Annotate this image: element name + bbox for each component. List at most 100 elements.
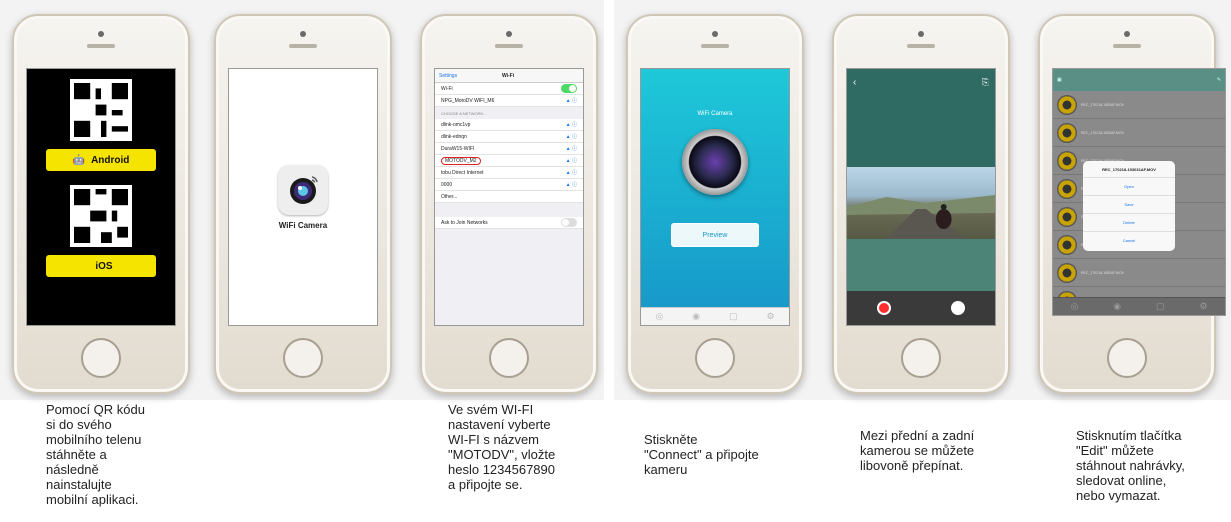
phone-camera [300, 31, 306, 37]
phone-speaker [907, 44, 935, 48]
back-button[interactable]: Settings [439, 73, 457, 79]
file-action-dialog: REC_170218-153031AF.MOV Open Save Delete… [1083, 161, 1175, 251]
file-name: REC_170218-1553AF.MOV [1081, 130, 1124, 135]
nav-title: Wi-Fi [501, 72, 515, 79]
wifi-signal-icon: ▲ ⓘ [565, 146, 577, 152]
list-item[interactable]: REC_170218-1552AF.MOV [1053, 259, 1225, 287]
wifi-tab-icon[interactable]: ◎ [1070, 301, 1078, 312]
camera-switch-icon[interactable]: ⎘ [982, 77, 989, 88]
edit-icon[interactable]: ✎ [1217, 77, 1221, 83]
ask-to-join-row: Ask to Join Networks [435, 217, 583, 229]
connect-screen: WiFi Camera Preview ◎ ◉ ▢ ⚙ [640, 68, 790, 326]
android-label: Android [91, 154, 130, 166]
network-row[interactable]: tobu Direct Internet ▲ ⓘ [435, 167, 583, 179]
phone-speaker [1113, 44, 1141, 48]
qr-screen: 🤖 Android iOS [26, 68, 176, 326]
settings-tab-icon[interactable]: ⚙ [1199, 301, 1207, 312]
home-button [489, 338, 529, 378]
ask-to-join-toggle[interactable] [561, 218, 577, 227]
network-name: DuraW15-WIFI [441, 145, 475, 152]
file-thumbnail [1057, 94, 1077, 115]
wifi-signal-icon: ▲ ⓘ [565, 122, 577, 128]
ios-label: iOS [95, 260, 113, 272]
files-tab-icon[interactable]: ▢ [1156, 301, 1165, 312]
cancel-option[interactable]: Cancel [1083, 231, 1175, 249]
phone-camera [98, 31, 104, 37]
phone-wifi: Settings Wi-Fi Wi-Fi NPG_MotoDV WIFI_M6 … [420, 14, 598, 394]
caption-wifi: Ve svém WI-FI nastavení vyberte WI-FI s … [448, 402, 556, 492]
android-icon: 🤖 [72, 154, 86, 166]
ios-qr-code[interactable] [70, 185, 132, 247]
phone-camera [918, 31, 924, 37]
file-name: REC_170218-1553AF.MOV [1081, 102, 1124, 107]
network-name: Other... [441, 193, 458, 200]
connected-network-row[interactable]: NPG_MotoDV WIFI_M6 ▲ ⓘ [435, 95, 583, 107]
network-row[interactable]: 0000 ▲ ⓘ [435, 179, 583, 191]
network-row-other[interactable]: Other... [435, 191, 583, 203]
camera-lens-icon [290, 175, 318, 204]
wifi-toggle[interactable] [561, 84, 577, 93]
folder-icon[interactable]: ▣ [1057, 77, 1062, 83]
phone-app: WiFi Camera [214, 14, 392, 394]
snapshot-button[interactable] [951, 301, 965, 315]
phone-qr: 🤖 Android iOS [12, 14, 190, 394]
instruction-sheet: 🤖 Android iOS WiFi Camera Settings Wi-Fi… [0, 0, 1231, 522]
delete-option[interactable]: Delete [1083, 213, 1175, 231]
caption-edit: Stisknutím tlačítka "Edit" můžete stáhno… [1076, 428, 1185, 503]
camera-controls [847, 291, 995, 325]
phone-camera [712, 31, 718, 37]
wifi-signal-icon: ▲ ⓘ [565, 182, 577, 188]
network-row[interactable]: dlink-ednqn ▲ ⓘ [435, 131, 583, 143]
caption-connect: Stiskněte "Connect" a připojte kameru [644, 432, 759, 477]
list-item[interactable]: REC_170218-1553AF.MOV [1053, 119, 1225, 147]
back-icon[interactable]: ‹ [853, 77, 856, 88]
phone-files: ▣ ✎ REC_170218-1553AF.MOV REC_170218-155… [1038, 14, 1226, 394]
phone-liveview: ‹ ⎘ [832, 14, 1010, 394]
files-tab-icon[interactable]: ▢ [729, 311, 738, 322]
network-name: dlink-omc1vp [441, 121, 471, 128]
home-button [1107, 338, 1147, 378]
record-tab-icon[interactable]: ◉ [692, 311, 700, 322]
file-thumbnail [1057, 122, 1077, 143]
phone-camera [1124, 31, 1130, 37]
file-name: REC_170218-1552AF.MOV [1081, 270, 1124, 275]
record-button[interactable] [877, 301, 891, 315]
wifi-toggle-row: Wi-Fi [435, 83, 583, 95]
home-button [901, 338, 941, 378]
android-download-button[interactable]: 🤖 Android [46, 149, 156, 171]
ask-to-join-label: Ask to Join Networks [441, 219, 488, 226]
home-button [81, 338, 121, 378]
wifi-tab-icon[interactable]: ◎ [655, 311, 663, 322]
list-item[interactable]: REC_170218-1553AF.MOV [1053, 91, 1225, 119]
file-thumbnail [1057, 206, 1077, 227]
wifi-camera-app-icon[interactable] [278, 164, 328, 215]
ios-download-button[interactable]: iOS [46, 255, 156, 277]
app-title: WiFi Camera [697, 111, 733, 117]
tab-bar: ◎ ◉ ▢ ⚙ [641, 307, 789, 325]
save-option[interactable]: Save [1083, 195, 1175, 213]
tab-bar: ◎ ◉ ▢ ⚙ [1053, 297, 1225, 315]
wifi-signal-icon: ▲ ⓘ [565, 134, 577, 140]
home-button [695, 338, 735, 378]
network-row[interactable]: dlink-omc1vp ▲ ⓘ [435, 119, 583, 131]
wifi-settings-screen: Settings Wi-Fi Wi-Fi NPG_MotoDV WIFI_M6 … [434, 68, 584, 326]
settings-tab-icon[interactable]: ⚙ [766, 311, 774, 322]
android-qr-code[interactable] [70, 79, 132, 141]
live-view-body [847, 239, 995, 325]
phone-connect: WiFi Camera Preview ◎ ◉ ▢ ⚙ [626, 14, 804, 394]
wifi-signal-icon: ▲ ⓘ [565, 158, 577, 164]
wifi-signal-icon: ▲ ⓘ [565, 98, 577, 104]
nav-bar: Settings Wi-Fi [435, 69, 583, 83]
live-view-screen: ‹ ⎘ [846, 68, 996, 326]
open-option[interactable]: Open [1083, 177, 1175, 195]
app-screen: WiFi Camera [228, 68, 378, 326]
network-row[interactable]: DuraW15-WIFI ▲ ⓘ [435, 143, 583, 155]
phone-speaker [87, 44, 115, 48]
record-tab-icon[interactable]: ◉ [1113, 301, 1121, 312]
file-list-screen: ▣ ✎ REC_170218-1553AF.MOV REC_170218-155… [1052, 68, 1226, 316]
connect-button[interactable]: Preview [671, 223, 759, 247]
wifi-signal-icon: ▲ ⓘ [565, 170, 577, 176]
file-thumbnail [1057, 234, 1077, 255]
live-view-header: ‹ ⎘ [847, 69, 995, 167]
network-row-motodv[interactable]: MOTODV_M2 ▲ ⓘ [435, 155, 583, 167]
